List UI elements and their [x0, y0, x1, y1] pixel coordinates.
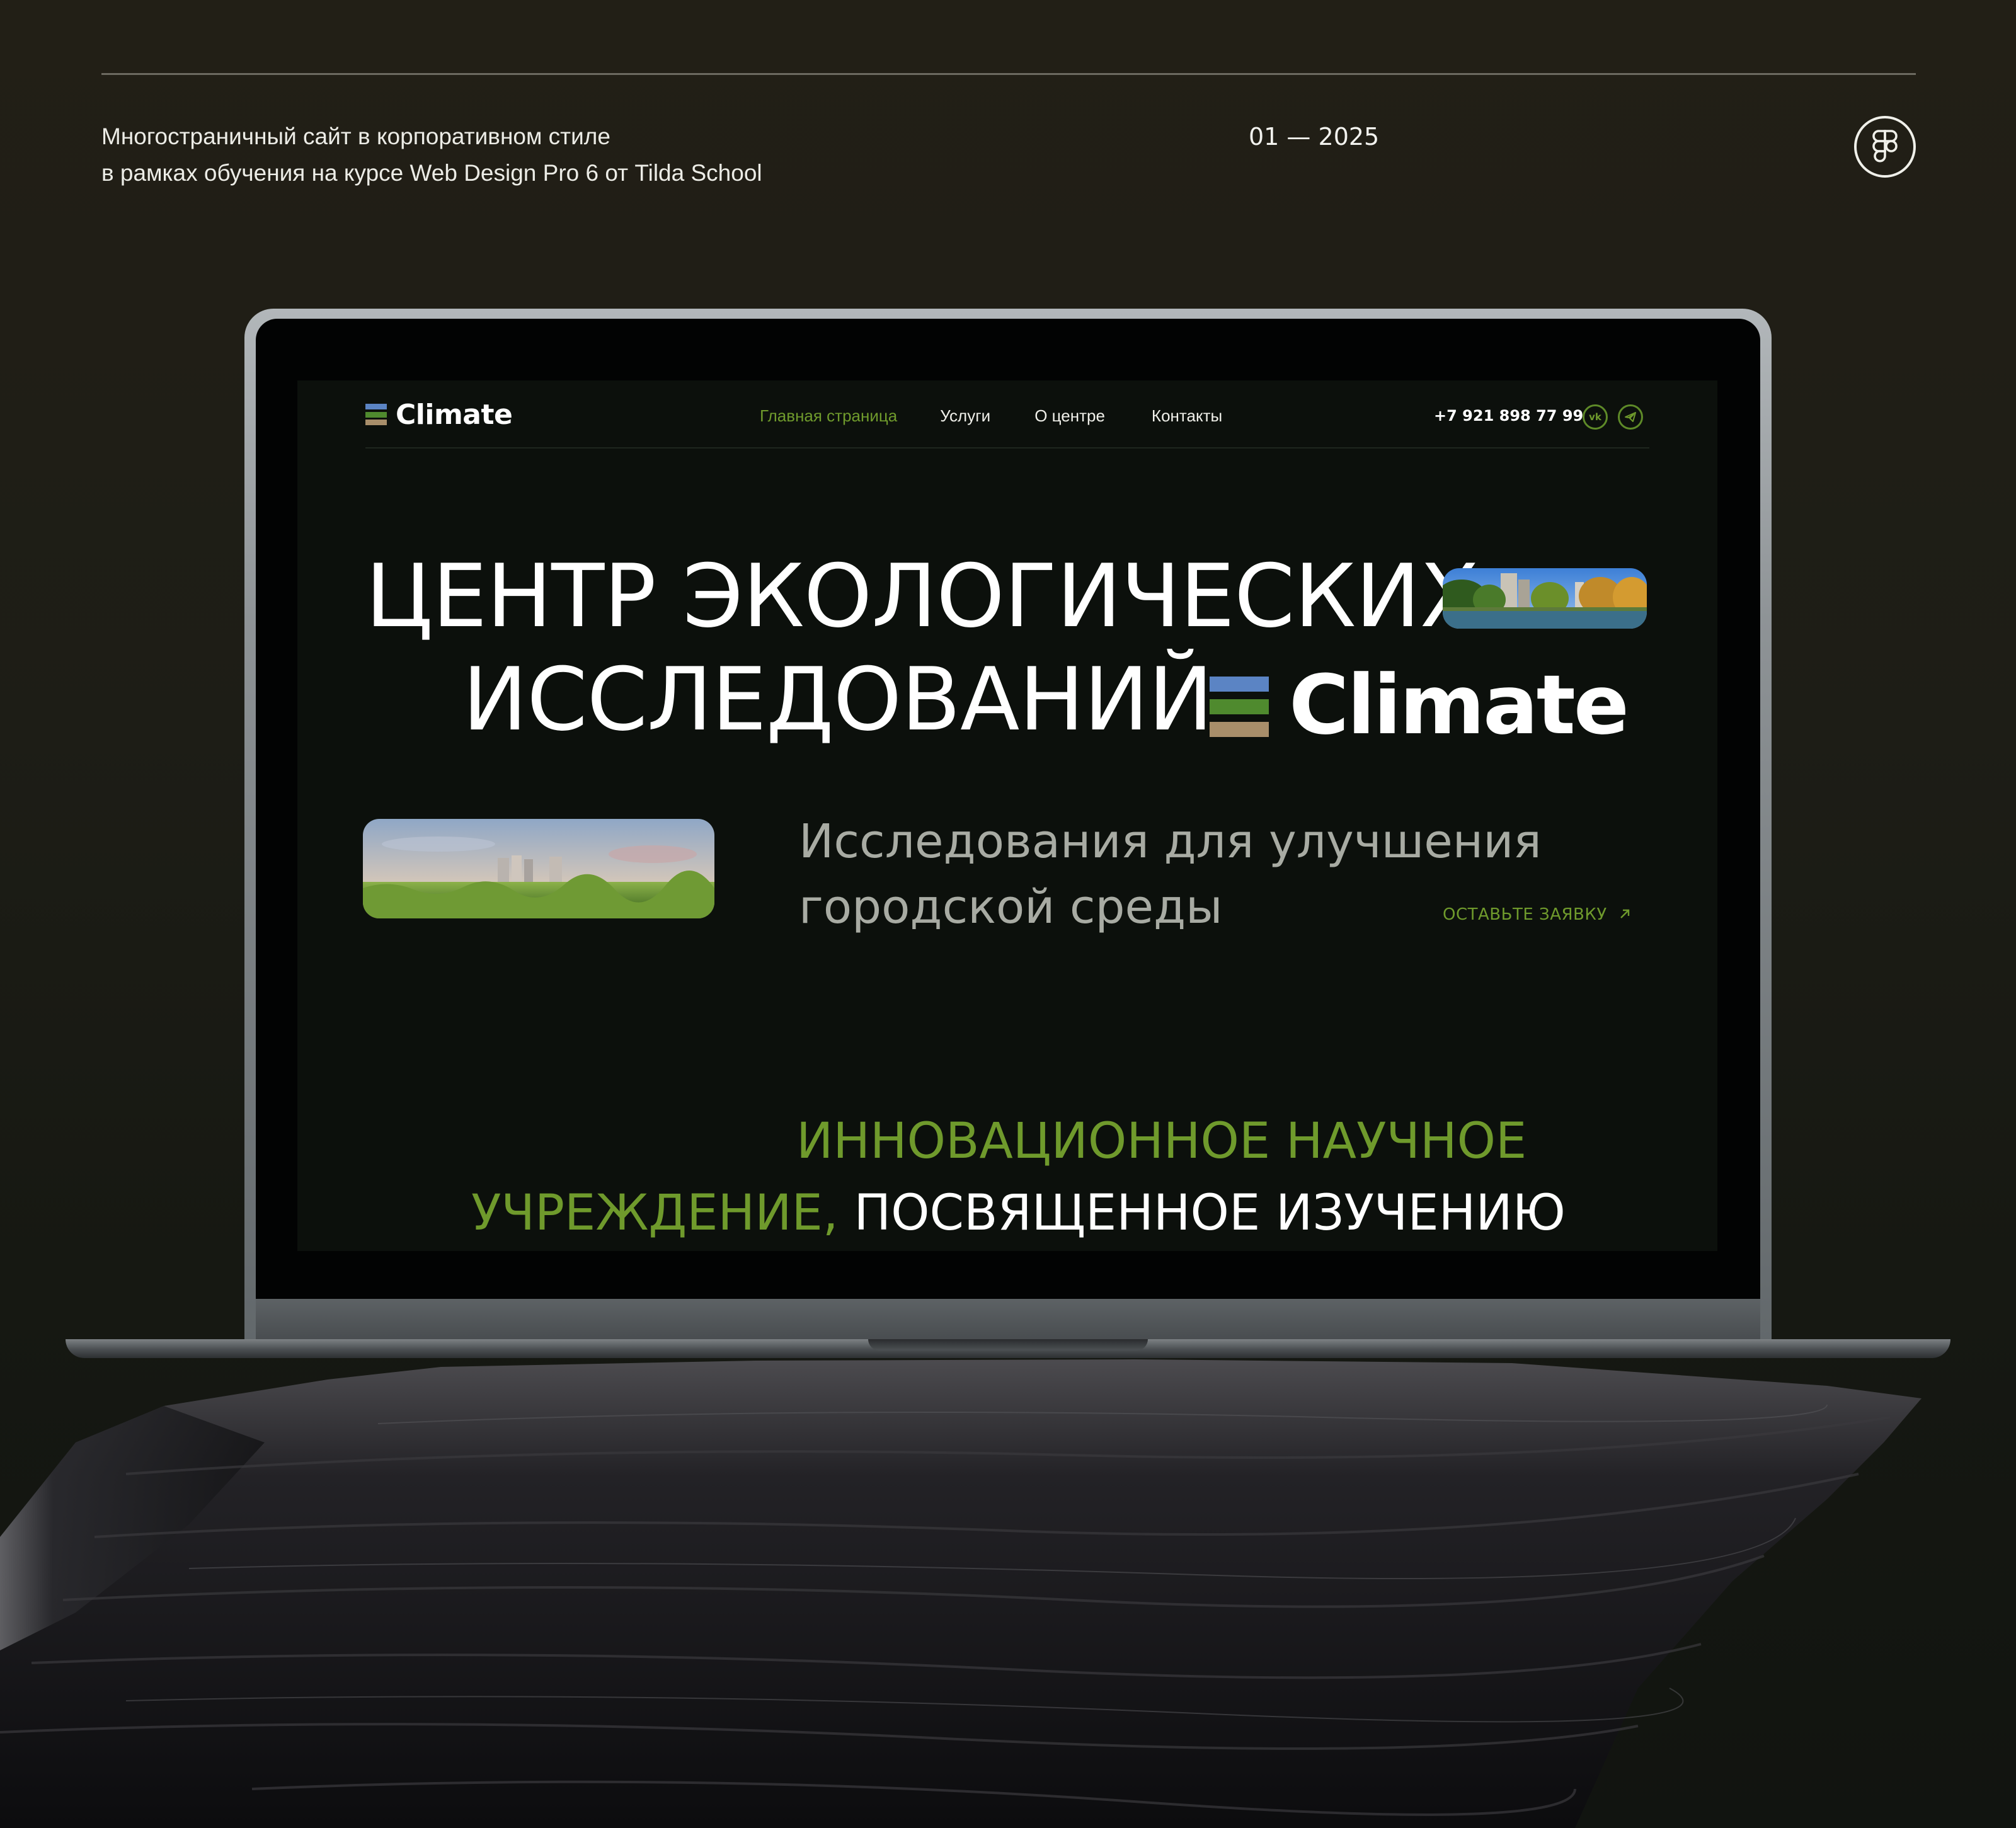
phone-number[interactable]: +7 921 898 77 99	[1434, 403, 1583, 428]
project-date: 01 — 2025	[1249, 123, 1380, 151]
telegram-glyph	[1625, 412, 1636, 422]
header-divider	[101, 73, 1916, 75]
laptop-chin	[256, 1299, 1760, 1343]
hero-title-line-1: ЦЕНТР ЭКОЛОГИЧЕСКИХ	[365, 546, 1479, 647]
project-caption: Многостраничный сайт в корпоративном сти…	[101, 118, 762, 191]
stone-pedestal-image	[0, 1359, 1922, 1828]
about-heading-rest: ПОСВЯЩЕННОЕ ИЗУЧЕНИЮ	[854, 1185, 1566, 1242]
site-navbar: Climate Главная страница Услуги О центре…	[365, 380, 1649, 448]
city-park-image	[1443, 568, 1647, 629]
about-heading-line-2: УЧРЕЖДЕНИЕ, ПОСВЯЩЕННОЕ ИЗУЧЕНИЮ	[471, 1182, 1566, 1245]
field-city-image	[363, 819, 714, 918]
logo-text: Climate	[396, 398, 513, 431]
brand-stripe-blue	[1210, 677, 1269, 692]
hero-brand-word: Climate	[1289, 657, 1629, 753]
website-screen: Climate Главная страница Услуги О центре…	[297, 380, 1717, 1251]
request-link[interactable]: ОСТАВЬТЕ ЗАЯВКУ	[1443, 902, 1632, 927]
nav-item-home[interactable]: Главная страница	[760, 403, 897, 428]
city-park-photo	[1443, 568, 1647, 629]
arrow-up-right-icon	[1620, 909, 1630, 918]
logo-stripe-green	[365, 411, 387, 418]
hero-title-line-2: ИССЛЕДОВАНИЙ	[462, 649, 1213, 750]
nav-item-about[interactable]: О центре	[1034, 403, 1105, 428]
subtitle-line-1: Исследования для улучшения	[799, 814, 1542, 869]
climate-brand-icon	[1210, 677, 1269, 737]
logo-stripe-blue	[365, 404, 387, 409]
brand-stripe-green	[1210, 699, 1269, 714]
caption-line-1: Многостраничный сайт в корпоративном сти…	[101, 123, 610, 149]
site-logo[interactable]: Climate	[365, 398, 513, 431]
request-link-label: ОСТАВЬТЕ ЗАЯВКУ	[1443, 905, 1607, 924]
brand-stripe-sand	[1210, 722, 1269, 737]
nav-item-contacts[interactable]: Контакты	[1152, 403, 1222, 428]
telegram-icon[interactable]	[1618, 404, 1643, 430]
figma-icon[interactable]	[1854, 116, 1916, 178]
figma-glyph	[1872, 130, 1898, 163]
main-menu: Главная страница Услуги О центре Контакт…	[760, 403, 1222, 428]
field-city-photo	[363, 819, 714, 918]
about-heading-accent: УЧРЕЖДЕНИЕ,	[471, 1185, 839, 1242]
climate-logo-icon	[365, 404, 387, 425]
vk-icon[interactable]: vk	[1583, 404, 1608, 430]
logo-stripe-sand	[365, 420, 387, 425]
about-heading-line-1: ИННОВАЦИОННОЕ НАУЧНОЕ	[796, 1113, 1527, 1170]
nav-item-services[interactable]: Услуги	[940, 403, 990, 428]
caption-line-2: в рамках обучения на курсе Web Design Pr…	[101, 160, 762, 186]
